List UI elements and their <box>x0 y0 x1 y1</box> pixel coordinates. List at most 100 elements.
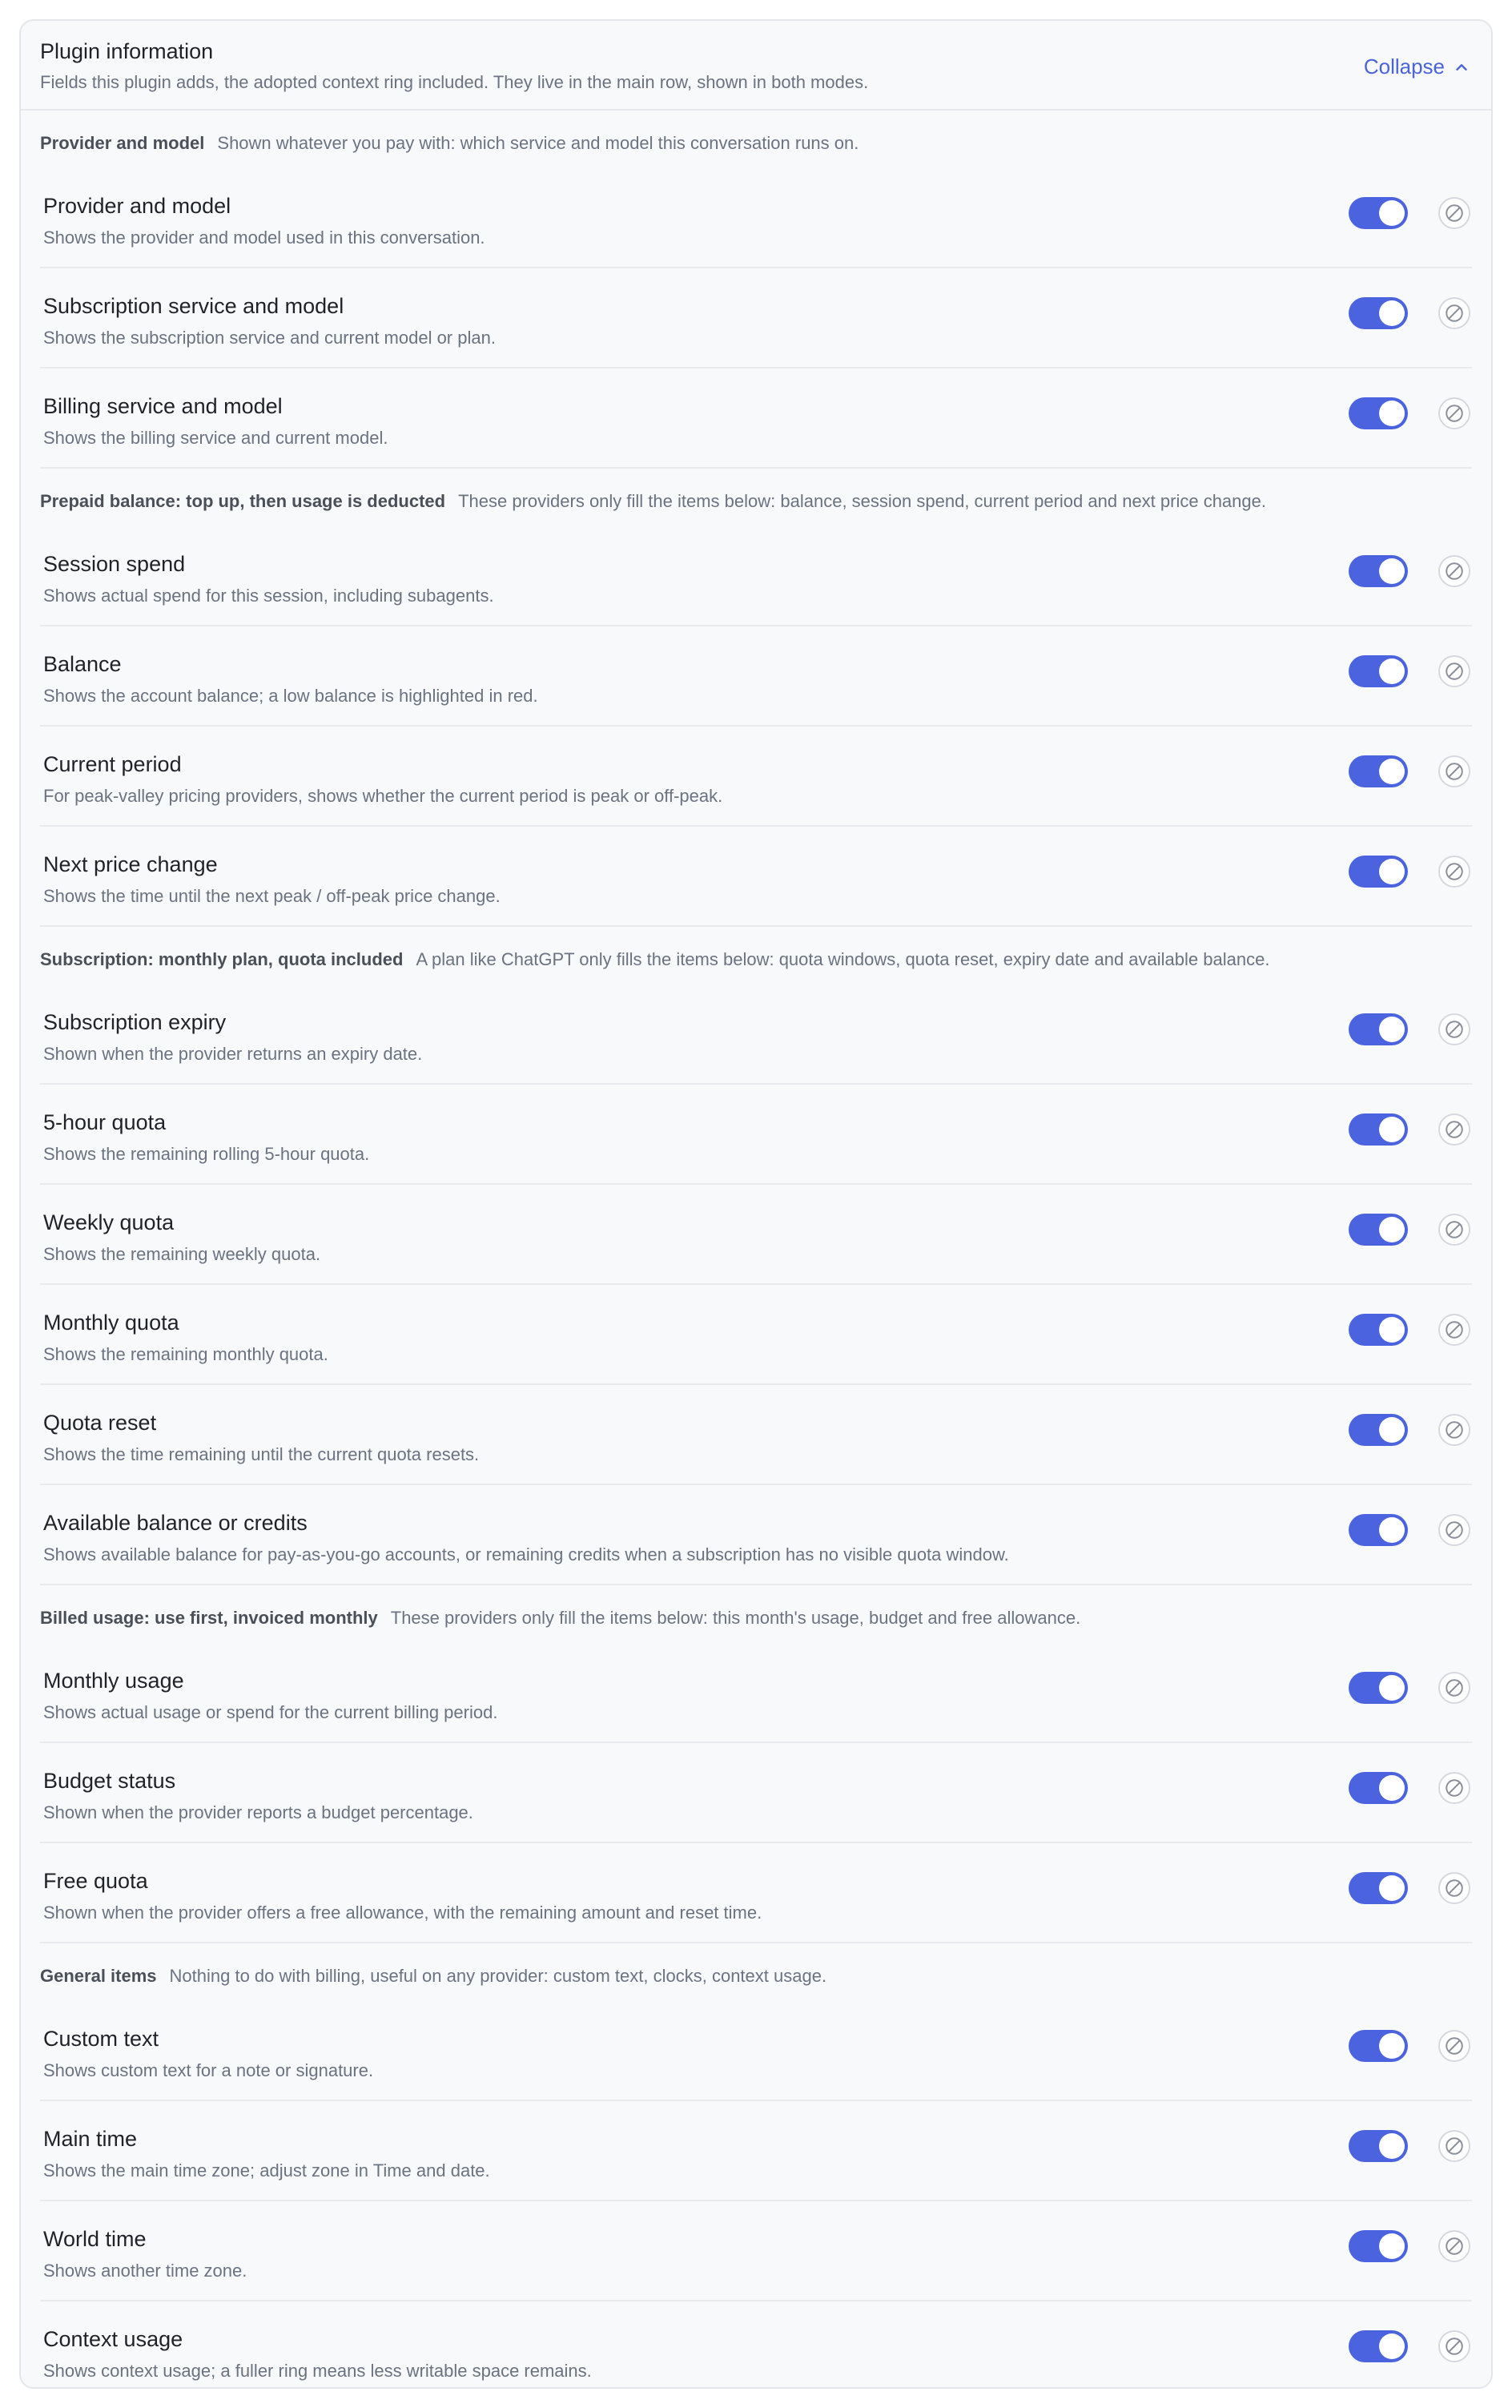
toggle-knob <box>1379 1775 1405 1801</box>
field-title: Weekly quota <box>43 1210 175 1234</box>
group-description: These providers only fill the items belo… <box>390 1608 1081 1628</box>
enable-toggle[interactable] <box>1349 856 1408 888</box>
field-description: Shows the remaining monthly quota. <box>43 1344 328 1364</box>
prohibited-icon <box>1446 2037 1463 2055</box>
group-title: Subscription: monthly plan, quota includ… <box>40 949 404 969</box>
prohibited-icon <box>1446 1321 1463 1339</box>
enable-toggle[interactable] <box>1349 2130 1408 2162</box>
field-row: Custom text Shows custom text for a note … <box>40 2001 1472 2101</box>
field-row: Available balance or credits Shows availa… <box>40 1485 1472 1585</box>
hide-field-button[interactable] <box>1438 1872 1470 1904</box>
prohibited-icon <box>1446 1779 1463 1797</box>
field-description: Shows the time until the next peak / off… <box>43 886 501 906</box>
hide-field-button[interactable] <box>1438 1314 1470 1346</box>
enable-toggle[interactable] <box>1349 1113 1408 1146</box>
prohibited-icon <box>1446 1221 1463 1238</box>
hide-field-button[interactable] <box>1438 1772 1470 1804</box>
prohibited-icon <box>1446 304 1463 322</box>
field-title: Provider and model <box>43 194 231 218</box>
group-description: A plan like ChatGPT only fills the items… <box>416 949 1270 969</box>
prohibited-icon <box>1446 2237 1463 2255</box>
field-row: Main time Shows the main time zone; adjus… <box>40 2101 1472 2201</box>
field-description: Shows the main time zone; adjust zone in… <box>43 2160 490 2180</box>
field-title: Subscription service and model <box>43 294 344 318</box>
group-header: Subscription: monthly plan, quota includ… <box>40 927 1472 985</box>
hide-field-button[interactable] <box>1438 1013 1470 1045</box>
enable-toggle[interactable] <box>1349 2330 1408 2362</box>
hide-field-button[interactable] <box>1438 755 1470 787</box>
field-title: Budget status <box>43 1769 176 1793</box>
enable-toggle[interactable] <box>1349 755 1408 787</box>
group-header: General items Nothing to do with billing,… <box>40 1943 1472 2001</box>
enable-toggle[interactable] <box>1349 1514 1408 1546</box>
field-description: Shows custom text for a note or signatur… <box>43 2060 374 2080</box>
hide-field-button[interactable] <box>1438 856 1470 888</box>
hide-field-button[interactable] <box>1438 1113 1470 1146</box>
hide-field-button[interactable] <box>1438 555 1470 587</box>
enable-toggle[interactable] <box>1349 397 1408 429</box>
toggle-knob <box>1379 558 1405 584</box>
toggle-knob <box>1379 200 1405 226</box>
hide-field-button[interactable] <box>1438 397 1470 429</box>
enable-toggle[interactable] <box>1349 1314 1408 1346</box>
hide-field-button[interactable] <box>1438 197 1470 229</box>
field-title: Monthly quota <box>43 1311 179 1335</box>
prohibited-icon <box>1446 405 1463 422</box>
field-description: Shown when the provider offers a free al… <box>43 1903 762 1923</box>
field-row: Balance Shows the account balance; a low … <box>40 626 1472 727</box>
field-row: Weekly quota Shows the remaining weekly q… <box>40 1185 1472 1285</box>
toggle-knob <box>1379 658 1405 684</box>
toggle-knob <box>1379 300 1405 326</box>
enable-toggle[interactable] <box>1349 555 1408 587</box>
toggle-knob <box>1379 1217 1405 1242</box>
hide-field-button[interactable] <box>1438 1214 1470 1246</box>
toggle-knob <box>1379 401 1405 426</box>
enable-toggle[interactable] <box>1349 1672 1408 1704</box>
hide-field-button[interactable] <box>1438 1672 1470 1704</box>
prohibited-icon <box>1446 1879 1463 1897</box>
field-title: Next price change <box>43 852 218 876</box>
field-description: Shows the subscription service and curre… <box>43 328 496 348</box>
enable-toggle[interactable] <box>1349 2030 1408 2062</box>
field-description: Shows actual usage or spend for the curr… <box>43 1702 498 1722</box>
prohibited-icon <box>1446 1421 1463 1439</box>
enable-toggle[interactable] <box>1349 297 1408 329</box>
enable-toggle[interactable] <box>1349 1414 1408 1446</box>
toggle-knob <box>1379 2133 1405 2159</box>
enable-toggle[interactable] <box>1349 2230 1408 2262</box>
toggle-knob <box>1379 859 1405 884</box>
field-title: Main time <box>43 2127 138 2151</box>
hide-field-button[interactable] <box>1438 1414 1470 1446</box>
enable-toggle[interactable] <box>1349 1772 1408 1804</box>
hide-field-button[interactable] <box>1438 1514 1470 1546</box>
hide-field-button[interactable] <box>1438 2030 1470 2062</box>
hide-field-button[interactable] <box>1438 2230 1470 2262</box>
enable-toggle[interactable] <box>1349 1872 1408 1904</box>
field-description: For peak-valley pricing providers, shows… <box>43 786 723 806</box>
toggle-knob <box>1379 2334 1405 2359</box>
group-description: Nothing to do with billing, useful on an… <box>169 1966 827 1986</box>
enable-toggle[interactable] <box>1349 1214 1408 1246</box>
field-description: Shows available balance for pay-as-you-g… <box>43 1544 1009 1564</box>
hide-field-button[interactable] <box>1438 655 1470 687</box>
toggle-knob <box>1379 1417 1405 1443</box>
group-header: Prepaid balance: top up, then usage is d… <box>40 469 1472 526</box>
collapse-button[interactable]: Collapse <box>1364 54 1470 79</box>
toggle-knob <box>1379 2033 1405 2059</box>
enable-toggle[interactable] <box>1349 197 1408 229</box>
field-row: World time Shows another time zone. <box>40 2201 1472 2301</box>
field-row: Subscription expiry Shown when the provid… <box>40 985 1472 1085</box>
group-title: General items <box>40 1966 157 1986</box>
field-title: Session spend <box>43 552 186 576</box>
hide-field-button[interactable] <box>1438 297 1470 329</box>
field-row: Monthly quota Shows the remaining monthly… <box>40 1285 1472 1385</box>
field-title: Current period <box>43 752 182 776</box>
prohibited-icon <box>1446 562 1463 580</box>
hide-field-button[interactable] <box>1438 2330 1470 2362</box>
collapse-label: Collapse <box>1363 54 1445 79</box>
field-row: Budget status Shown when the provider rep… <box>40 1743 1472 1843</box>
enable-toggle[interactable] <box>1349 1013 1408 1045</box>
hide-field-button[interactable] <box>1438 2130 1470 2162</box>
enable-toggle[interactable] <box>1349 655 1408 687</box>
field-row: Session spend Shows actual spend for this… <box>40 526 1472 626</box>
